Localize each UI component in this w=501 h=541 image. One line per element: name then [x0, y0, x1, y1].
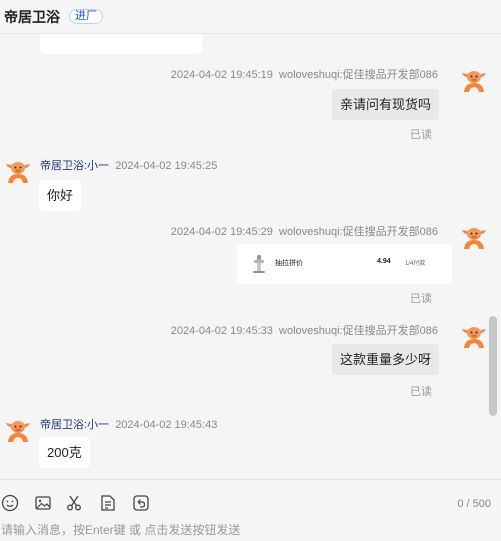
message-meta: 2024-04-02 19:45:19 woloveshuqi:促佳搜品开发部0… — [171, 66, 438, 82]
product-price: 4.94 — [377, 258, 391, 265]
shop-title[interactable]: 帝居卫浴 — [4, 7, 60, 27]
chat-header: 帝居卫浴 进厂 — [0, 0, 501, 34]
message-meta: 帝居卫浴:小一 2024-04-02 19:45:43 — [40, 416, 217, 432]
message-input-area — [0, 518, 501, 541]
sender-name: woloveshuqi:促佳搜品开发部086 — [279, 325, 438, 337]
product-card[interactable]: 抽拉拼价 4.94 1/4付款 — [237, 244, 452, 284]
message-bubble: 你好 — [39, 180, 82, 211]
recall-icon[interactable] — [131, 493, 151, 513]
product-name: 抽拉拼价 — [275, 260, 303, 267]
emoji-icon[interactable] — [0, 493, 20, 513]
message-bubble: 这款重量多少呀 — [331, 344, 439, 375]
user-avatar-icon[interactable] — [461, 322, 487, 348]
scissors-icon[interactable] — [64, 493, 84, 513]
image-icon[interactable] — [33, 493, 53, 513]
message-meta: 2024-04-02 19:45:33 woloveshuqi:促佳搜品开发部0… — [171, 322, 438, 338]
read-status: 已读 — [410, 293, 432, 305]
previous-message-bubble — [40, 34, 202, 54]
read-status: 已读 — [410, 129, 432, 141]
seller-avatar-icon[interactable] — [5, 416, 31, 442]
message-list[interactable]: 2024-04-02 19:45:19 woloveshuqi:促佳搜品开发部0… — [0, 34, 488, 478]
character-counter: 0 / 500 — [457, 498, 491, 510]
message-meta: 帝居卫浴:小一 2024-04-02 19:45:25 — [40, 157, 217, 173]
message-meta: 2024-04-02 19:45:29 woloveshuqi:促佳搜品开发部0… — [171, 223, 438, 239]
seller-avatar-icon[interactable] — [5, 157, 31, 183]
message-input[interactable] — [0, 518, 501, 541]
user-avatar-icon[interactable] — [461, 66, 487, 92]
sender-name: woloveshuqi:促佳搜品开发部086 — [279, 69, 438, 81]
faucet-product-icon — [253, 255, 265, 273]
divider — [0, 479, 501, 480]
message-time: 2024-04-02 19:45:25 — [115, 160, 218, 172]
read-status: 已读 — [410, 386, 432, 398]
message-bubble: 亲请问有现货吗 — [331, 89, 439, 120]
message-time: 2024-04-02 19:45:19 — [170, 69, 273, 81]
document-icon[interactable] — [98, 493, 118, 513]
input-toolbar: 0 / 500 — [0, 488, 501, 518]
sender-name: woloveshuqi:促佳搜品开发部086 — [279, 226, 438, 238]
message-time: 2024-04-02 19:45:43 — [115, 419, 218, 431]
product-extra: 1/4付款 — [405, 261, 426, 267]
sender-name: 帝居卫浴:小一 — [40, 419, 110, 431]
message-bubble: 200克 — [39, 437, 90, 468]
scrollbar-thumb[interactable] — [489, 316, 497, 416]
message-time: 2024-04-02 19:45:29 — [170, 226, 273, 238]
user-avatar-icon[interactable] — [461, 223, 487, 249]
sender-name: 帝居卫浴:小一 — [40, 160, 110, 172]
message-time: 2024-04-02 19:45:33 — [170, 325, 273, 337]
shop-tag-badge[interactable]: 进厂 — [69, 9, 103, 24]
